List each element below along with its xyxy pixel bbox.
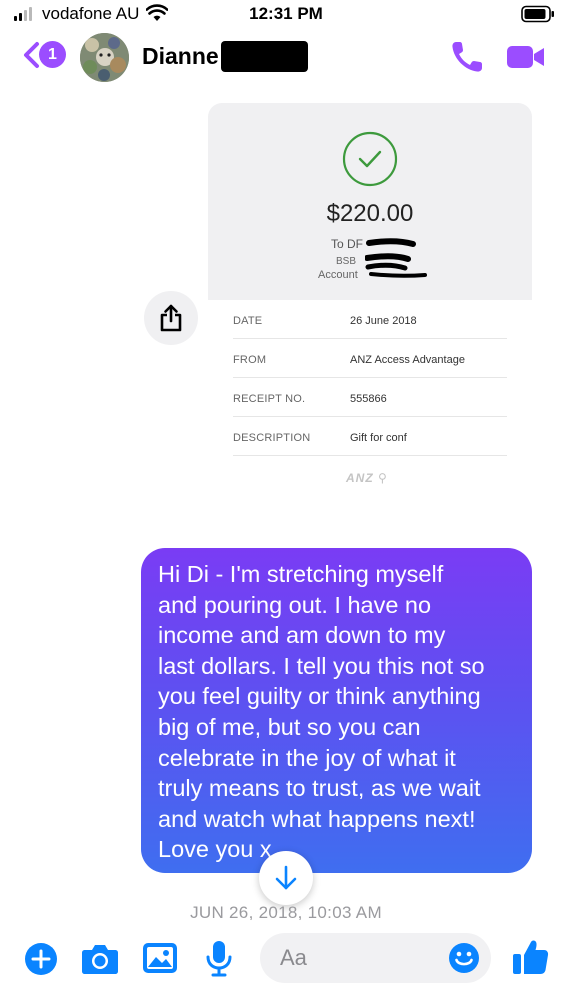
receipt-row: DESCRIPTION Gift for conf	[233, 417, 507, 456]
thumbs-up-icon[interactable]	[511, 938, 549, 976]
battery-icon	[521, 5, 554, 23]
plus-icon[interactable]	[24, 942, 58, 976]
anz-logo: ANZ ⚲	[346, 471, 388, 485]
status-time: 12:31 PM	[249, 4, 323, 23]
receipt-row-label: RECEIPT NO.	[233, 393, 306, 405]
receipt-row-value: 26 June 2018	[350, 315, 417, 327]
message-text: Hi Di - I'm stretching myself and pourin…	[158, 561, 485, 863]
receipt-row-label: FROM	[233, 354, 267, 366]
image-icon[interactable]	[142, 942, 178, 974]
emoji-icon[interactable]	[448, 942, 480, 974]
back-chevron-icon	[24, 42, 39, 68]
receipt-row: DATE 26 June 2018	[233, 300, 507, 339]
payment-receipt-image[interactable]: $220.00 To DF BSB Account DATE 26 June 2…	[208, 103, 532, 498]
receipt-row: RECEIPT NO. 555866	[233, 378, 507, 417]
receipt-row-value: Gift for conf	[350, 432, 407, 444]
avatar-image	[80, 33, 129, 82]
receipt-details: DATE 26 June 2018 FROM ANZ Access Advant…	[208, 300, 532, 498]
conversation-header: 1 Dianne	[0, 30, 572, 85]
scroll-to-bottom-button[interactable]	[259, 851, 313, 905]
receipt-summary: $220.00 To DF BSB Account	[208, 103, 532, 300]
status-bar: vodafone AU 12:31 PM	[0, 0, 572, 30]
message-composer	[0, 920, 572, 999]
anz-logo-text: ANZ	[346, 471, 374, 485]
receipt-row-value: ANZ Access Advantage	[350, 354, 465, 366]
receipt-row-label: DATE	[233, 315, 263, 327]
share-icon	[160, 304, 182, 332]
receipt-row-value: 555866	[350, 393, 387, 405]
unread-count-badge: 1	[39, 41, 66, 68]
receipt-row: FROM ANZ Access Advantage	[233, 339, 507, 378]
redaction-scribble	[365, 238, 427, 278]
redaction-mark	[221, 41, 308, 72]
share-button[interactable]	[144, 291, 198, 345]
message-input[interactable]	[280, 933, 430, 983]
camera-icon[interactable]	[81, 943, 119, 975]
arrow-down-icon	[275, 865, 297, 890]
checkmark-circle-icon	[342, 131, 398, 187]
bsb-label: BSB	[336, 256, 357, 267]
avatar[interactable]	[80, 33, 129, 82]
receipt-row-label: DESCRIPTION	[233, 432, 311, 444]
back-button[interactable]: 1	[22, 39, 68, 71]
payment-amount: $220.00	[326, 200, 414, 227]
phone-icon[interactable]	[449, 39, 487, 75]
message-input-field[interactable]	[260, 933, 491, 983]
contact-name[interactable]: Dianne	[142, 43, 219, 70]
video-camera-icon[interactable]	[506, 43, 546, 71]
account-label: Account	[318, 269, 358, 281]
sent-message-bubble[interactable]: Hi Di - I'm stretching myself and pourin…	[141, 548, 532, 873]
payee-label: To DF	[331, 237, 364, 251]
microphone-icon[interactable]	[205, 940, 233, 978]
